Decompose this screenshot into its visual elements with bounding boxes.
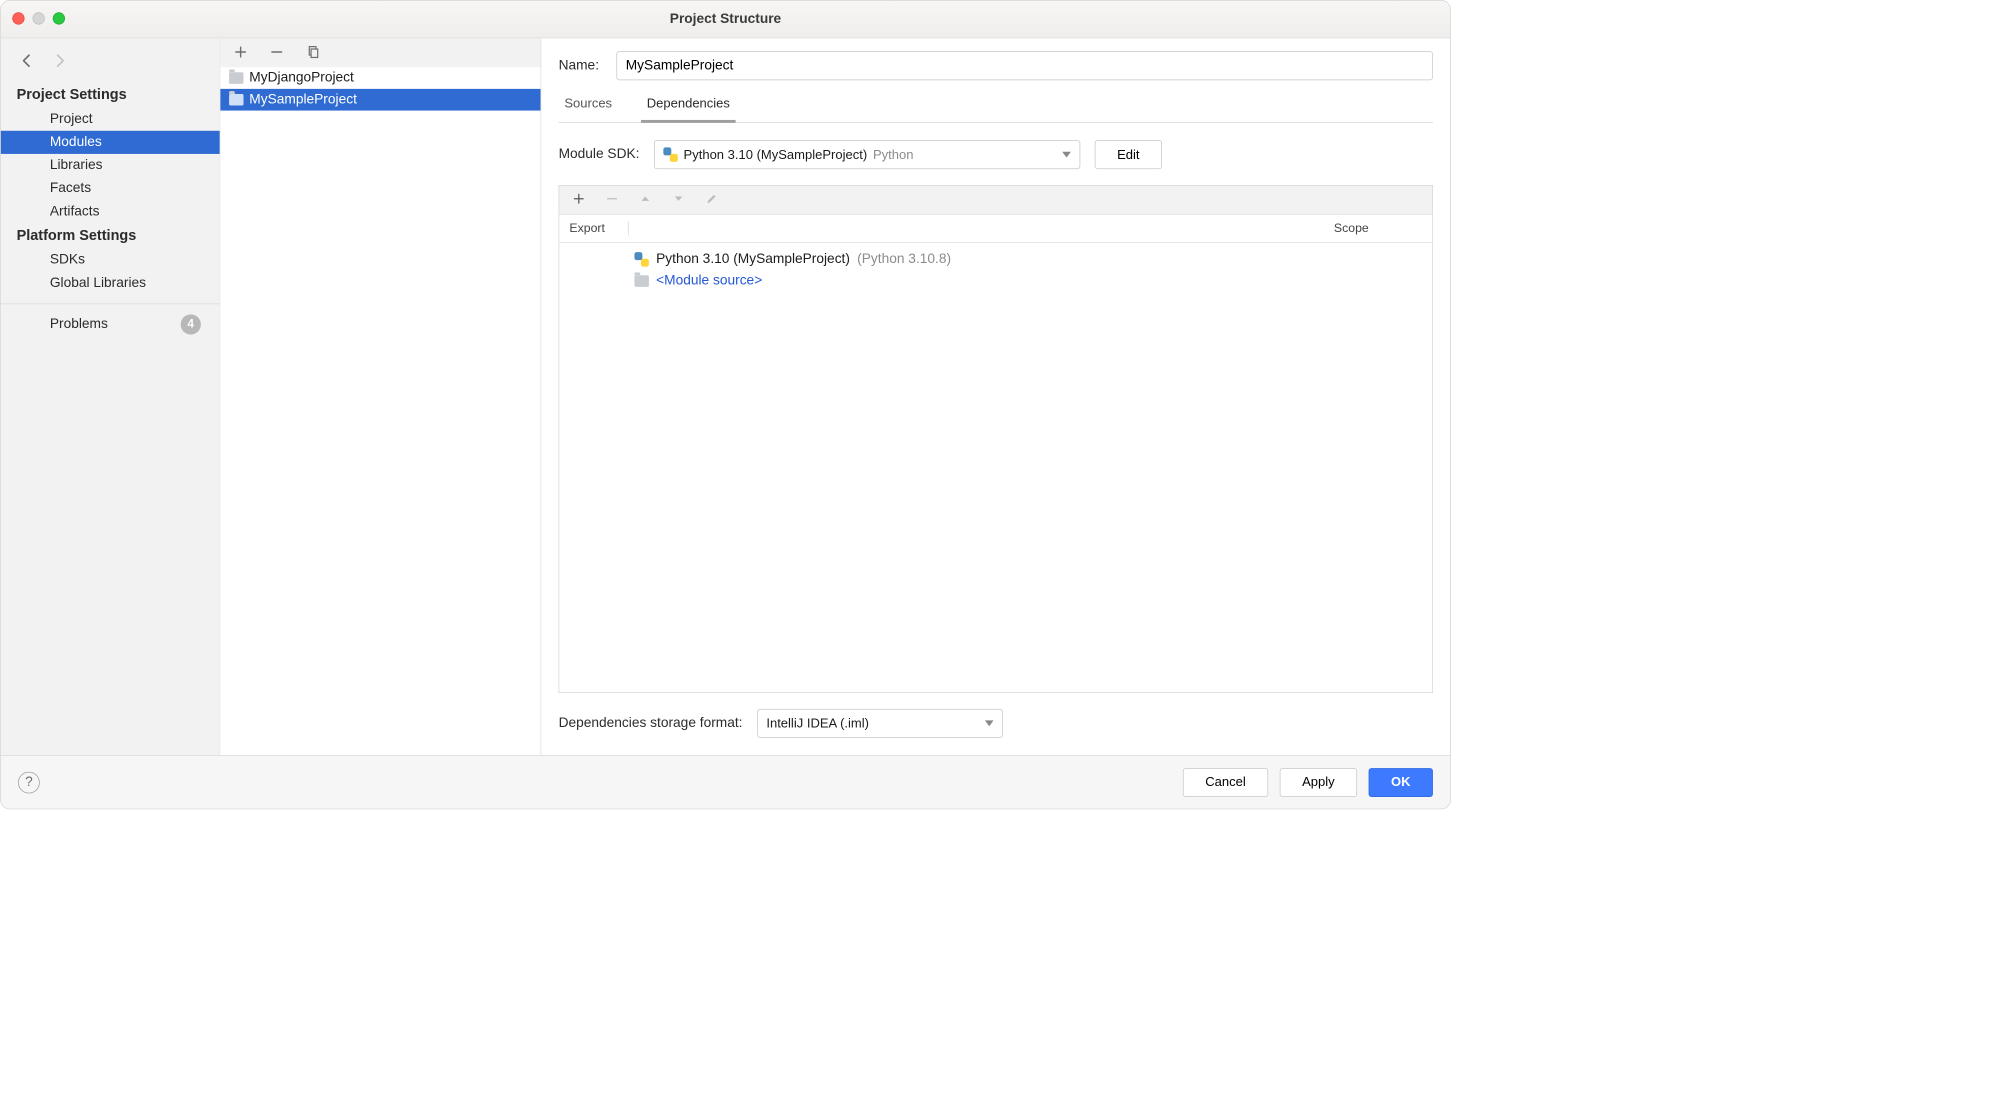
- chevron-down-icon: [1062, 152, 1071, 158]
- zoom-window-button[interactable]: [53, 12, 65, 24]
- deps-table-body: Python 3.10 (MySampleProject) (Python 3.…: [559, 243, 1433, 693]
- folder-icon: [634, 275, 648, 287]
- apply-button[interactable]: Apply: [1280, 768, 1357, 797]
- nav-item-sdks[interactable]: SDKs: [1, 249, 220, 272]
- col-export: Export: [559, 221, 628, 235]
- module-name: MyDjangoProject: [249, 70, 354, 86]
- nav-section-project-settings: Project Settings: [1, 82, 220, 107]
- tab-sources[interactable]: Sources: [559, 96, 618, 122]
- nav-section-platform-settings: Platform Settings: [1, 223, 220, 248]
- module-row-mysample[interactable]: MySampleProject: [220, 89, 540, 111]
- move-down-icon: [672, 192, 685, 207]
- module-name-input[interactable]: [616, 51, 1433, 80]
- dep-sdk-detail: (Python 3.10.8): [857, 251, 951, 267]
- modules-panel: MyDjangoProject MySampleProject: [220, 38, 541, 755]
- modules-toolbar: [220, 38, 540, 67]
- problems-count-badge: 4: [181, 314, 201, 334]
- chevron-down-icon: [985, 720, 994, 726]
- nav-item-facets[interactable]: Facets: [1, 177, 220, 200]
- nav-item-project[interactable]: Project: [1, 108, 220, 131]
- cancel-button[interactable]: Cancel: [1183, 768, 1268, 797]
- storage-value: IntelliJ IDEA (.iml): [766, 716, 869, 731]
- nav-item-libraries[interactable]: Libraries: [1, 154, 220, 177]
- left-sidebar: Project Settings Project Modules Librari…: [1, 38, 221, 755]
- minimize-window-button[interactable]: [33, 12, 45, 24]
- module-name: MySampleProject: [249, 92, 357, 108]
- nav-forward-icon: [50, 51, 69, 72]
- tab-dependencies[interactable]: Dependencies: [641, 96, 736, 123]
- nav-item-problems[interactable]: Problems 4: [1, 303, 220, 338]
- nav-item-global-libraries[interactable]: Global Libraries: [1, 272, 220, 295]
- dep-row-module-source[interactable]: <Module source>: [559, 270, 1432, 292]
- close-window-button[interactable]: [12, 12, 24, 24]
- storage-label: Dependencies storage format:: [559, 715, 743, 731]
- module-sdk-type: Python: [873, 147, 913, 162]
- col-scope: Scope: [1324, 221, 1432, 235]
- deps-table-header: Export Scope: [559, 214, 1433, 243]
- edit-sdk-button[interactable]: Edit: [1095, 140, 1162, 169]
- deps-toolbar: [559, 185, 1433, 214]
- help-icon[interactable]: ?: [18, 771, 40, 793]
- nav-item-modules[interactable]: Modules: [1, 131, 220, 154]
- module-row-mydjango[interactable]: MyDjangoProject: [220, 67, 540, 89]
- remove-dep-icon: [606, 192, 619, 207]
- copy-module-icon[interactable]: [306, 44, 320, 61]
- remove-module-icon[interactable]: [270, 44, 284, 61]
- edit-dep-icon: [705, 192, 718, 207]
- python-icon: [634, 252, 648, 266]
- add-dep-icon[interactable]: [572, 192, 585, 207]
- folder-icon: [229, 72, 243, 84]
- storage-format-dropdown[interactable]: IntelliJ IDEA (.iml): [757, 709, 1003, 738]
- dep-row-sdk[interactable]: Python 3.10 (MySampleProject) (Python 3.…: [559, 249, 1432, 271]
- folder-icon: [229, 94, 243, 106]
- module-sdk-label: Module SDK:: [559, 147, 640, 163]
- ok-button[interactable]: OK: [1369, 768, 1433, 797]
- module-sdk-value: Python 3.10 (MySampleProject): [684, 147, 868, 162]
- window-title: Project Structure: [670, 11, 781, 27]
- title-bar: Project Structure: [1, 1, 1451, 39]
- dep-sdk-name: Python 3.10 (MySampleProject): [656, 251, 850, 267]
- nav-back-icon[interactable]: [18, 51, 37, 72]
- nav-item-problems-label: Problems: [50, 316, 108, 332]
- nav-item-artifacts[interactable]: Artifacts: [1, 200, 220, 223]
- name-label: Name:: [559, 58, 599, 74]
- dep-module-source-label: <Module source>: [656, 273, 762, 289]
- add-module-icon[interactable]: [233, 44, 247, 61]
- module-sdk-dropdown[interactable]: Python 3.10 (MySampleProject) Python: [654, 140, 1080, 169]
- move-up-icon: [639, 192, 652, 207]
- dialog-footer: ? Cancel Apply OK: [1, 755, 1451, 808]
- python-icon: [663, 147, 677, 161]
- module-details-panel: Name: Sources Dependencies Module SDK: P…: [541, 38, 1450, 755]
